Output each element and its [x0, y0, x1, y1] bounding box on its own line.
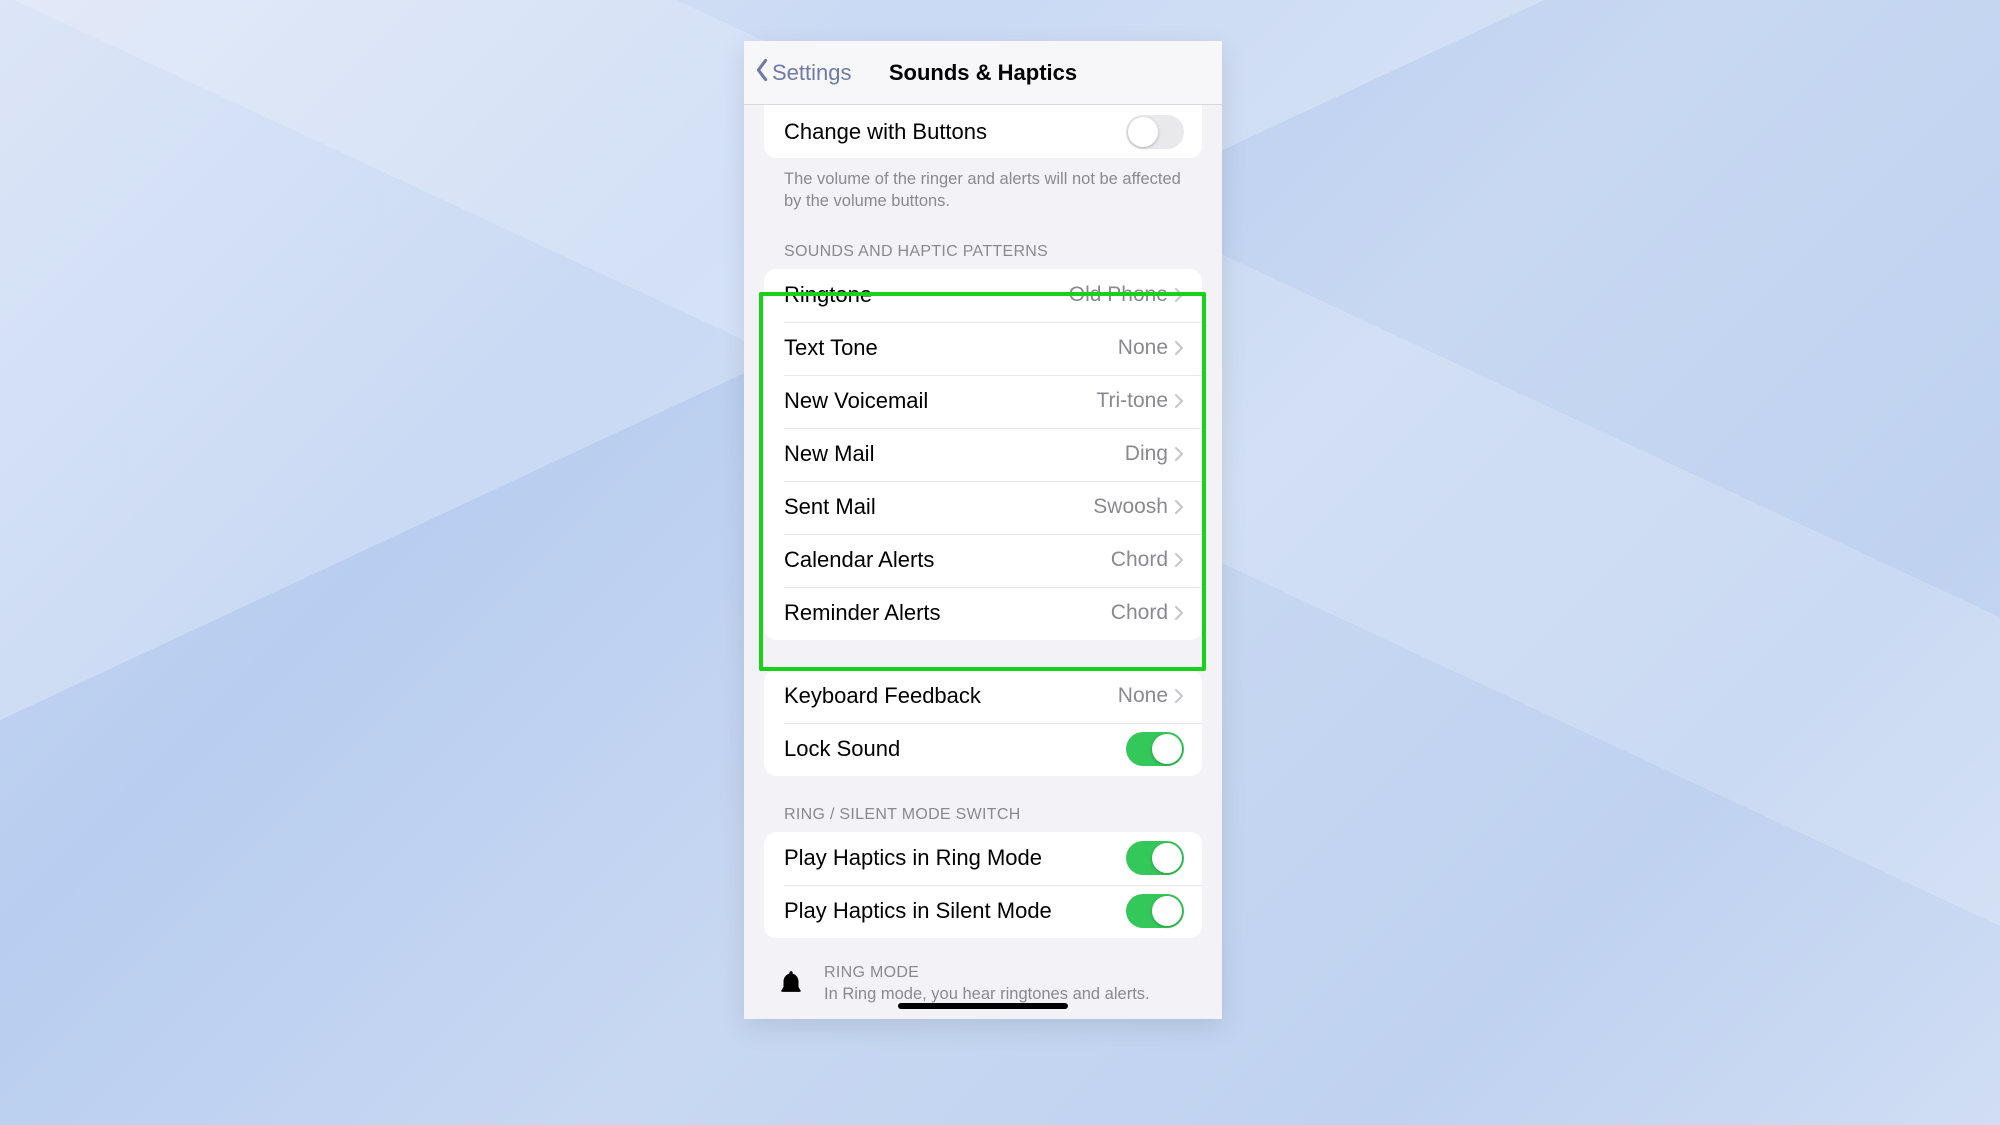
pattern-value: Tri-tone: [1096, 389, 1168, 413]
pattern-label: Sent Mail: [784, 494, 1093, 520]
haptics-ring-label: Play Haptics in Ring Mode: [784, 845, 1126, 871]
pattern-label: New Voicemail: [784, 388, 1096, 414]
haptics-silent-toggle[interactable]: [1126, 894, 1184, 928]
phone-frame: Settings Sounds & Haptics Change with Bu…: [744, 41, 1222, 1019]
section-header-ring-silent: RING / SILENT MODE SWITCH: [784, 806, 1182, 824]
row-calendar-alerts[interactable]: Calendar AlertsChord: [764, 534, 1202, 587]
pattern-label: Text Tone: [784, 335, 1118, 361]
row-new-mail[interactable]: New MailDing: [764, 428, 1202, 481]
pattern-value: Chord: [1111, 548, 1168, 572]
chevron-right-icon: [1174, 287, 1184, 303]
ring-mode-header: RING MODE: [824, 964, 1150, 982]
back-label: Settings: [772, 60, 852, 86]
row-lock-sound[interactable]: Lock Sound: [764, 723, 1202, 776]
group-change-with-buttons: Change with Buttons: [764, 105, 1202, 158]
pattern-value: Old Phone: [1069, 283, 1168, 307]
row-ringtone[interactable]: RingtoneOld Phone: [764, 269, 1202, 322]
pattern-label: Reminder Alerts: [784, 600, 1111, 626]
row-text-tone[interactable]: Text ToneNone: [764, 322, 1202, 375]
haptics-silent-label: Play Haptics in Silent Mode: [784, 898, 1126, 924]
row-haptics-ring[interactable]: Play Haptics in Ring Mode: [764, 832, 1202, 885]
row-reminder-alerts[interactable]: Reminder AlertsChord: [764, 587, 1202, 640]
pattern-value: Ding: [1125, 442, 1168, 466]
back-button[interactable]: Settings: [744, 58, 852, 88]
pattern-value: None: [1118, 336, 1168, 360]
group-ring-silent: Play Haptics in Ring Mode Play Haptics i…: [764, 832, 1202, 938]
change-with-buttons-label: Change with Buttons: [784, 119, 1126, 145]
section-header-patterns: SOUNDS AND HAPTIC PATTERNS: [784, 243, 1182, 261]
chevron-left-icon: [754, 58, 770, 88]
chevron-right-icon: [1174, 688, 1184, 704]
pattern-value: Chord: [1111, 601, 1168, 625]
lock-sound-toggle[interactable]: [1126, 732, 1184, 766]
row-new-voicemail[interactable]: New VoicemailTri-tone: [764, 375, 1202, 428]
chevron-right-icon: [1174, 340, 1184, 356]
pattern-label: New Mail: [784, 441, 1125, 467]
chevron-right-icon: [1174, 446, 1184, 462]
change-with-buttons-toggle[interactable]: [1126, 115, 1184, 149]
haptics-ring-toggle[interactable]: [1126, 841, 1184, 875]
row-haptics-silent[interactable]: Play Haptics in Silent Mode: [764, 885, 1202, 938]
ring-mode-sub: In Ring mode, you hear ringtones and ale…: [824, 985, 1150, 1004]
group-system-sounds: Keyboard Feedback None Lock Sound: [764, 670, 1202, 776]
chevron-right-icon: [1174, 499, 1184, 515]
group-sound-patterns: RingtoneOld PhoneText ToneNoneNew Voicem…: [764, 269, 1202, 640]
keyboard-feedback-label: Keyboard Feedback: [784, 683, 1118, 709]
change-with-buttons-footer: The volume of the ringer and alerts will…: [784, 168, 1182, 213]
navbar: Settings Sounds & Haptics: [744, 41, 1222, 105]
home-indicator[interactable]: [898, 1003, 1068, 1009]
row-keyboard-feedback[interactable]: Keyboard Feedback None: [764, 670, 1202, 723]
chevron-right-icon: [1174, 605, 1184, 621]
row-sent-mail[interactable]: Sent MailSwoosh: [764, 481, 1202, 534]
keyboard-feedback-value: None: [1118, 684, 1168, 708]
chevron-right-icon: [1174, 393, 1184, 409]
pattern-label: Calendar Alerts: [784, 547, 1111, 573]
lock-sound-label: Lock Sound: [784, 736, 1126, 762]
ring-mode-block: RING MODE In Ring mode, you hear rington…: [776, 964, 1182, 1004]
pattern-label: Ringtone: [784, 282, 1069, 308]
bell-icon: [776, 968, 806, 1003]
content-scroll[interactable]: Change with Buttons The volume of the ri…: [744, 105, 1222, 1019]
chevron-right-icon: [1174, 552, 1184, 568]
row-change-with-buttons[interactable]: Change with Buttons: [764, 105, 1202, 158]
pattern-value: Swoosh: [1093, 495, 1168, 519]
